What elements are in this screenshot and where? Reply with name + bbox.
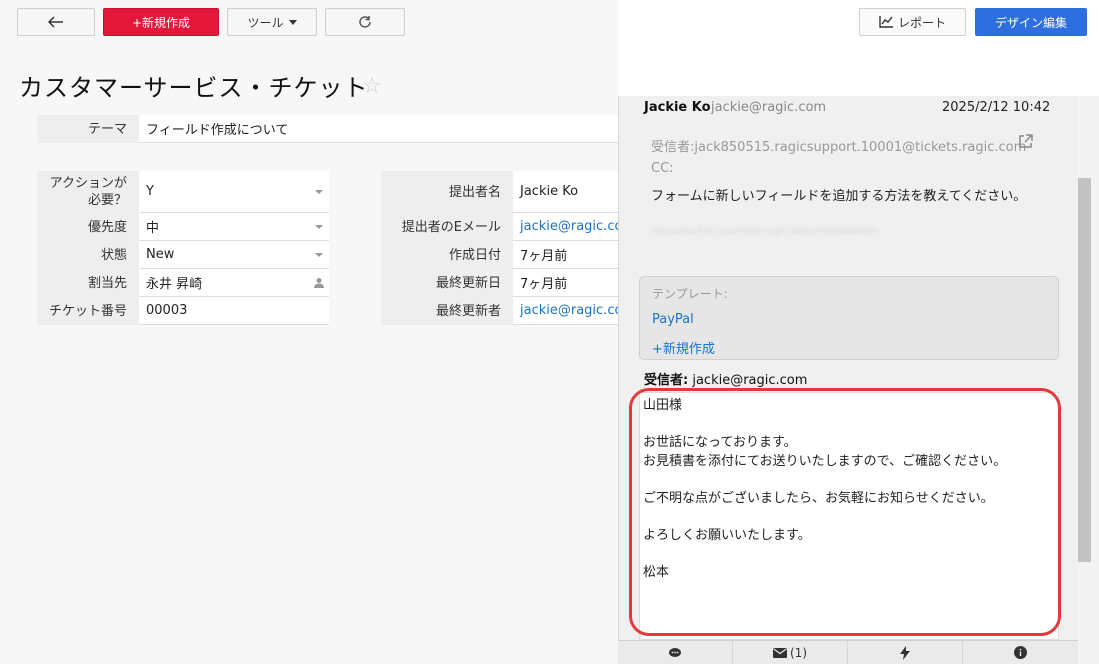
created-date-field: 7ヶ月前 <box>513 241 621 269</box>
status-select[interactable]: New <box>139 241 329 269</box>
line-chart-icon <box>879 16 893 28</box>
design-edit-button[interactable]: デザイン編集 <box>975 8 1087 36</box>
action-required-value: Y <box>146 184 154 199</box>
email-message: フォームに新しいフィールドを追加する方法を教えてください。 <box>651 189 1027 204</box>
template-paypal-link[interactable]: PayPal <box>652 312 694 327</box>
sender-name: Jackie Ko <box>644 100 711 115</box>
page-title: カスタマーサービス・チケット <box>19 74 369 102</box>
submitter-name-label: 提出者名 <box>381 171 513 213</box>
panel-bottom-tabs: (1) <box>618 640 1078 664</box>
tools-dropdown-button[interactable]: ツール <box>227 8 317 36</box>
star-icon[interactable]: ☆ <box>362 74 382 99</box>
action-required-select[interactable]: Y <box>139 171 329 213</box>
ticket-number-label: チケット番号 <box>37 297 139 325</box>
reload-icon <box>359 16 371 28</box>
created-date-label: 作成日付 <box>381 241 513 269</box>
new-record-button[interactable]: +新規作成 <box>103 8 219 36</box>
ticket-number-field[interactable]: 00003 <box>139 297 329 325</box>
sender-email: jackie@ragic.com <box>711 100 827 115</box>
person-icon[interactable] <box>313 277 325 289</box>
submitter-email-link[interactable]: jackie@ragic.com <box>513 213 621 241</box>
report-button[interactable]: レポート <box>859 8 966 36</box>
caret-down-icon <box>315 224 323 229</box>
assignee-label: 割当先 <box>37 269 139 297</box>
reply-to-value: jackie@ragic.com <box>692 373 808 388</box>
tools-label: ツール <box>247 15 284 30</box>
action-required-label: アクションが必要？ <box>37 171 139 213</box>
submitter-name-field[interactable]: Jackie Ko <box>513 171 621 213</box>
assignee-field[interactable]: 永井 昇崎 <box>139 269 329 297</box>
last-updater-link[interactable]: jackie@ragic.com <box>513 297 621 325</box>
lightning-icon <box>900 645 910 660</box>
comment-icon <box>669 647 681 657</box>
template-label: テンプレート: <box>652 287 728 301</box>
caret-down-icon <box>288 19 297 25</box>
status-value: New <box>146 247 175 262</box>
caret-down-icon <box>315 189 323 194</box>
mail-count: (1) <box>790 645 807 660</box>
theme-label: テーマ <box>37 115 139 143</box>
reply-to-row: 受信者: jackie@ragic.com <box>644 369 807 388</box>
new-record-label: +新規作成 <box>131 15 191 30</box>
tab-info[interactable] <box>963 641 1078 664</box>
status-label: 状態 <box>37 241 139 269</box>
external-link-icon[interactable] <box>1018 134 1033 149</box>
email-date: 2025/2/12 10:42 <box>942 100 1051 115</box>
tab-mail[interactable]: (1) <box>733 641 848 664</box>
reload-button[interactable] <box>325 8 405 36</box>
last-updated-field: 7ヶ月前 <box>513 269 621 297</box>
email-footer-blurred: response/t/01/sample/ragic/attached/addr… <box>651 226 879 237</box>
priority-label: 優先度 <box>37 213 139 241</box>
assignee-value: 永井 昇崎 <box>146 277 203 292</box>
back-button[interactable] <box>17 8 95 36</box>
theme-field[interactable]: フィールド作成について <box>139 115 621 143</box>
last-updater-label: 最終更新者 <box>381 297 513 325</box>
info-icon <box>1014 646 1027 659</box>
email-cc: CC: <box>651 161 674 176</box>
report-label: レポート <box>897 15 946 30</box>
template-new-link[interactable]: +新規作成 <box>652 338 715 357</box>
email-recipient: 受信者:jack850515.ragicsupport.10001@ticket… <box>651 140 1027 155</box>
priority-value: 中 <box>146 221 160 236</box>
priority-select[interactable]: 中 <box>139 213 329 241</box>
reply-editor-text[interactable]: 山田様 お世話になっております。 お見積書を添付にてお送りいたしますので、ご確認… <box>643 397 1043 582</box>
submitter-email-label: 提出者のEメール <box>381 213 513 241</box>
caret-down-icon <box>315 252 323 257</box>
mail-icon <box>773 647 787 658</box>
arrow-left-icon <box>48 16 63 28</box>
design-edit-label: デザイン編集 <box>994 15 1067 30</box>
tab-actions[interactable] <box>848 641 963 664</box>
tab-comments[interactable] <box>618 641 733 664</box>
reply-to-label: 受信者: <box>644 373 689 388</box>
last-updated-label: 最終更新日 <box>381 269 513 297</box>
panel-scrollbar-thumb[interactable] <box>1078 178 1091 562</box>
